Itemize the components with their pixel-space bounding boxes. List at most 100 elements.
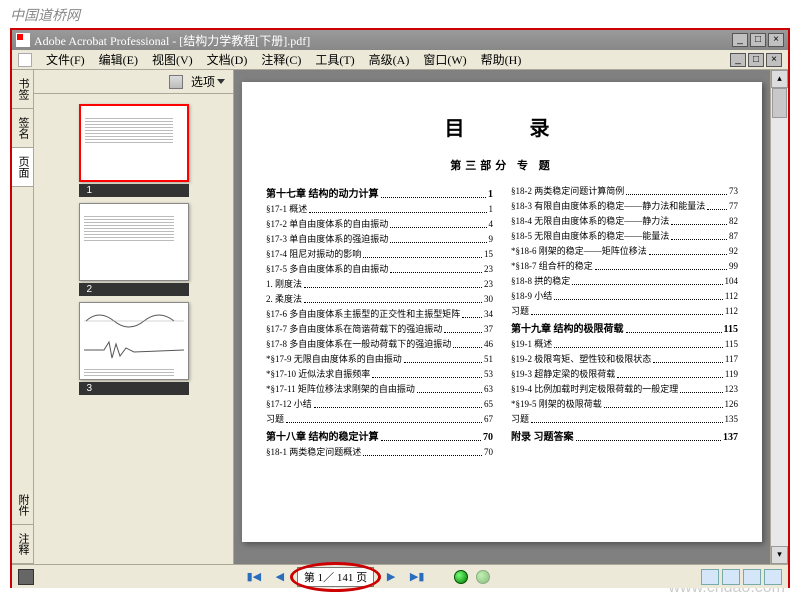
view-facing-button[interactable] — [743, 569, 761, 585]
toc-title: 目 录 — [286, 112, 738, 141]
page-content: 目 录 第三部分 专 题 第十七章 结构的动力计算1§17-1 概述1§17-2… — [242, 82, 762, 542]
toc-entry: §18-1 两类稳定问题概述70 — [266, 446, 493, 459]
scroll-down-button[interactable]: ▾ — [771, 546, 788, 564]
thumb-2-number: 2 — [79, 283, 189, 296]
options-label: 选项 — [191, 73, 215, 90]
next-page-button[interactable]: ▶ — [382, 569, 400, 585]
menu-window[interactable]: 窗口(W) — [423, 51, 466, 68]
scroll-up-button[interactable]: ▴ — [771, 70, 788, 88]
toc-entry: §18-8 拱的稳定104 — [511, 275, 738, 288]
toc-entry: §17-1 概述1 — [266, 203, 493, 216]
menu-advanced[interactable]: 高级(A) — [369, 51, 410, 68]
toc-entry: §19-3 超静定梁的极限荷载119 — [511, 368, 738, 381]
toc-entry: 习题112 — [511, 305, 738, 318]
menu-edit[interactable]: 编辑(E) — [99, 51, 138, 68]
toc-entry: §18-5 无限自由度体系的稳定——能量法87 — [511, 230, 738, 243]
watermark-top: 中国道桥网 — [10, 5, 80, 25]
toc-entry: 习题67 — [266, 413, 493, 426]
toc-entry: §17-2 单自由度体系的自由振动4 — [266, 218, 493, 231]
workarea: 书签 签名 页面 附件 注释 选项 1 2 3 — [12, 70, 788, 564]
toc-entry: §17-4 阻尼对振动的影响15 — [266, 248, 493, 261]
app-window: Adobe Acrobat Professional - [结构力学教程[下册]… — [10, 28, 790, 588]
thumb-3-chart — [84, 307, 184, 335]
menu-help[interactable]: 帮助(H) — [481, 51, 522, 68]
titlebar: Adobe Acrobat Professional - [结构力学教程[下册]… — [12, 30, 788, 50]
menubar: 文件(F) 编辑(E) 视图(V) 文档(D) 注释(C) 工具(T) 高级(A… — [12, 50, 788, 70]
document-icon — [18, 53, 32, 67]
thumbnail-toolbar: 选项 — [34, 70, 233, 94]
toc-entry: 2. 柔度法30 — [266, 293, 493, 306]
toc-entry: §18-3 有限自由度体系的稳定——静力法和能量法77 — [511, 200, 738, 213]
minimize-button[interactable]: _ — [732, 33, 748, 47]
toc-entry: *§17-11 矩阵位移法求刚架的自由振动63 — [266, 383, 493, 396]
thumbnail-1[interactable]: 1 — [79, 104, 189, 197]
toc-entry: *§17-10 近似法求自振频率53 — [266, 368, 493, 381]
toc-left-column: 第十七章 结构的动力计算1 §17-1 概述1 §17-2 单自由度体系的自由振动4… — [266, 185, 493, 459]
options-dropdown[interactable]: 选项 — [191, 73, 225, 90]
toc-entry: 第十八章 结构的稳定计算70 — [266, 431, 493, 444]
maximize-button[interactable]: □ — [750, 33, 766, 47]
chevron-down-icon — [217, 79, 225, 84]
toc-entry: §17-8 多自由度体系在一般动荷载下的强迫振动46 — [266, 338, 493, 351]
thumbnails-list: 1 2 3 — [34, 94, 233, 564]
toc-entry: §19-4 比例加载时判定极限荷载的一般定理123 — [511, 383, 738, 396]
toc-entry: *§18-7 组合杆的稳定99 — [511, 260, 738, 273]
doc-minimize-button[interactable]: _ — [730, 53, 746, 67]
menu-file[interactable]: 文件(F) — [46, 51, 85, 68]
thumbnail-2[interactable]: 2 — [79, 203, 189, 296]
tab-pages[interactable]: 页面 — [12, 148, 33, 187]
menu-comment[interactable]: 注释(C) — [261, 51, 301, 68]
toc-entry: 附录 习题答案137 — [511, 431, 738, 444]
toc-entry: §17-7 多自由度体系在简谐荷载下的强迫振动37 — [266, 323, 493, 336]
toc-entry: §19-2 极限弯矩、塑性铰和极限状态117 — [511, 353, 738, 366]
menu-tool[interactable]: 工具(T) — [315, 51, 354, 68]
menu-view[interactable]: 视图(V) — [152, 51, 193, 68]
thumbnail-3[interactable]: 3 — [79, 302, 189, 395]
first-page-button[interactable]: ▮◀ — [245, 569, 263, 585]
document-view: 目 录 第三部分 专 题 第十七章 结构的动力计算1§17-1 概述1§17-2… — [234, 70, 788, 564]
toc-entry: *§17-9 无限自由度体系的自由振动51 — [266, 353, 493, 366]
doc-maximize-button[interactable]: □ — [748, 53, 764, 67]
thumb-3-number: 3 — [79, 382, 189, 395]
thumb-1-number: 1 — [79, 184, 189, 197]
tab-signature[interactable]: 签名 — [12, 109, 33, 148]
scroll-track[interactable] — [771, 88, 788, 546]
forward-nav-button[interactable] — [476, 570, 490, 584]
toc-entry: 习题135 — [511, 413, 738, 426]
last-page-button[interactable]: ▶▮ — [408, 569, 426, 585]
page-number-box[interactable]: 第 1／ 141 页 — [297, 567, 374, 587]
toc-entry: §18-4 无限自由度体系的稳定——静力法82 — [511, 215, 738, 228]
page-layout-icon[interactable] — [18, 569, 34, 585]
toc-entry: *§18-6 刚架的稳定——矩阵位移法92 — [511, 245, 738, 258]
toc-entry: 1. 刚度法23 — [266, 278, 493, 291]
view-continuous-facing-button[interactable] — [764, 569, 782, 585]
prev-page-button[interactable]: ◀ — [271, 569, 289, 585]
view-continuous-button[interactable] — [722, 569, 740, 585]
side-tabs: 书签 签名 页面 附件 注释 — [12, 70, 34, 564]
page-number-text: 第 1／ 141 页 — [304, 572, 367, 584]
vertical-scrollbar[interactable]: ▴ ▾ — [770, 70, 788, 564]
trash-icon[interactable] — [169, 75, 183, 89]
scroll-thumb[interactable] — [772, 88, 787, 118]
toc-entry: §18-2 两类稳定问题计算简例73 — [511, 185, 738, 198]
window-title: Adobe Acrobat Professional - [结构力学教程[下册]… — [34, 32, 310, 49]
tab-comment[interactable]: 注释 — [12, 525, 33, 564]
toc-entry: §17-5 多自由度体系的自由振动23 — [266, 263, 493, 276]
thumb-3-waveform — [84, 340, 184, 360]
toc-entry: §17-3 单自由度体系的强迫振动9 — [266, 233, 493, 246]
doc-close-button[interactable]: × — [766, 53, 782, 67]
toc-right-column: §18-2 两类稳定问题计算简例73 §18-3 有限自由度体系的稳定——静力法和… — [511, 185, 738, 459]
statusbar: ▮◀ ◀ 第 1／ 141 页 ▶ ▶▮ — [12, 564, 788, 588]
back-nav-button[interactable] — [454, 570, 468, 584]
tab-bookmark[interactable]: 书签 — [12, 70, 33, 109]
pdf-icon — [16, 33, 30, 47]
toc-entry: 第十七章 结构的动力计算1 — [266, 188, 493, 201]
tab-attachment[interactable]: 附件 — [12, 486, 33, 525]
view-single-page-button[interactable] — [701, 569, 719, 585]
menu-document[interactable]: 文档(D) — [207, 51, 248, 68]
toc-entry: §18-9 小结112 — [511, 290, 738, 303]
toc-entry: §17-12 小结65 — [266, 398, 493, 411]
toc-entry: §17-6 多自由度体系主振型的正交性和主振型矩阵34 — [266, 308, 493, 321]
close-button[interactable]: × — [768, 33, 784, 47]
toc-entry: *§19-5 刚架的极限荷载126 — [511, 398, 738, 411]
